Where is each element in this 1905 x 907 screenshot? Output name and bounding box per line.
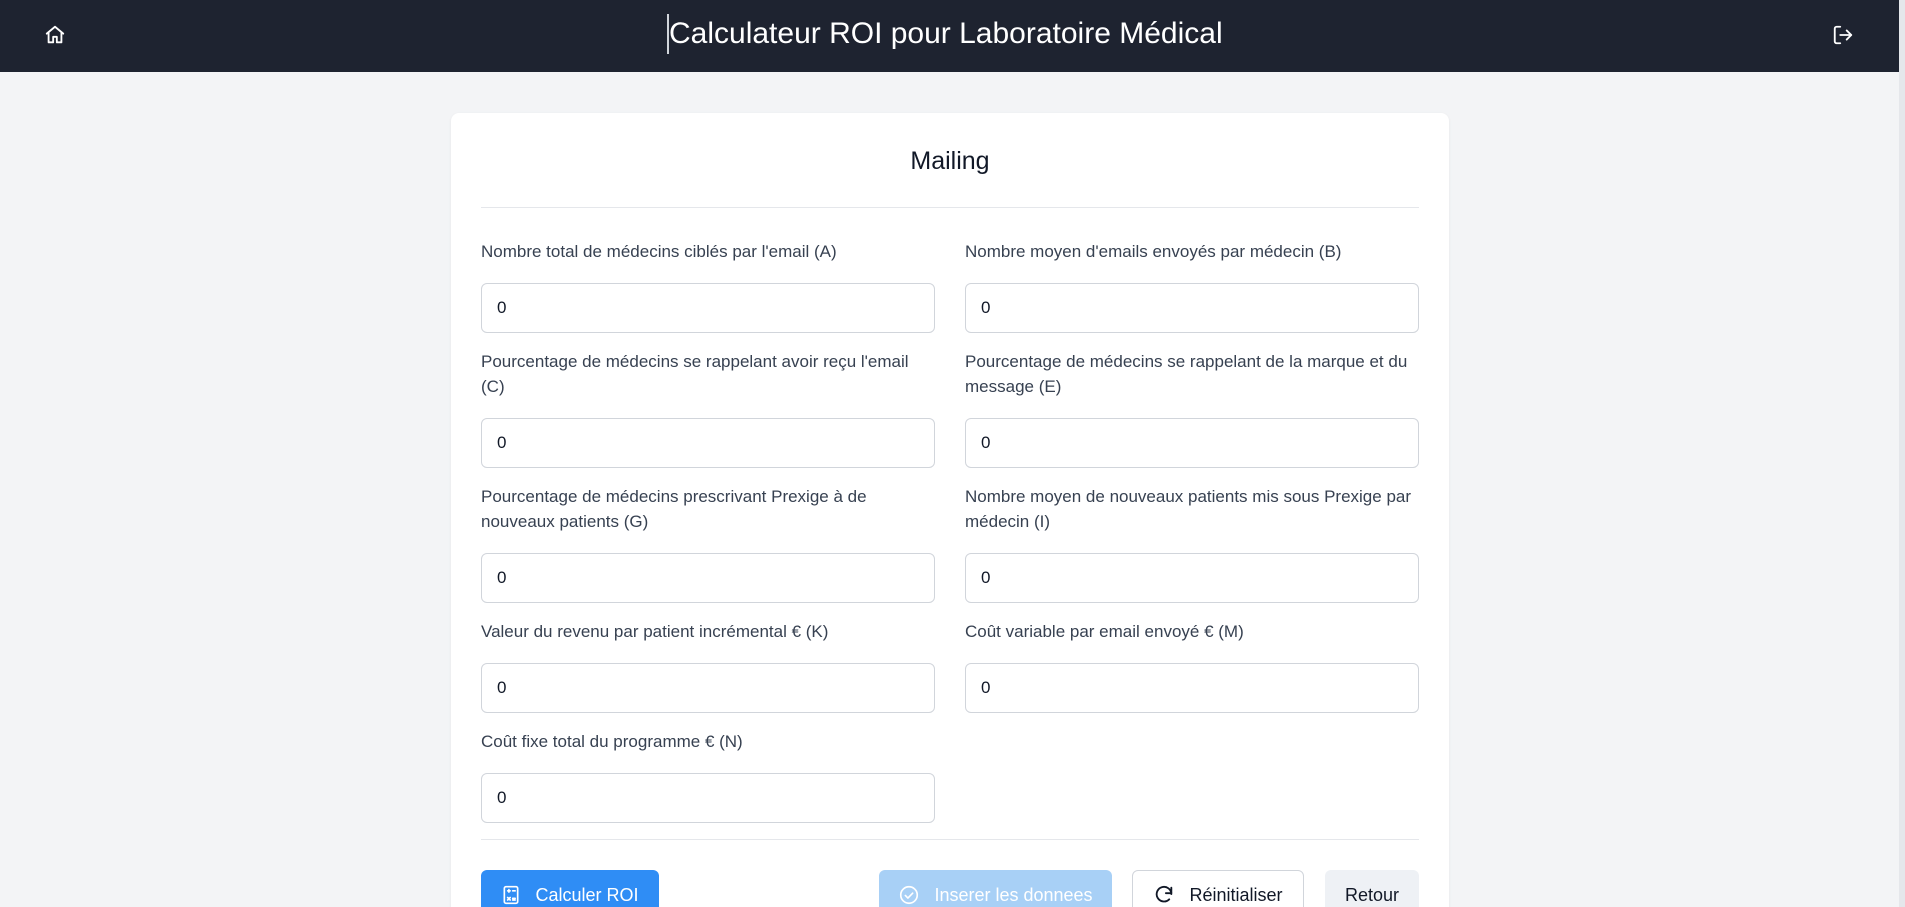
top-navbar: Calculateur ROI pour Laboratoire Médical — [0, 0, 1905, 72]
back-label: Retour — [1344, 884, 1400, 905]
app-title: Calculateur ROI pour Laboratoire Médical — [667, 14, 1223, 54]
field-g-input[interactable] — [481, 553, 935, 603]
home-button[interactable] — [40, 20, 70, 50]
field-m-label: Coût variable par email envoyé € (M) — [965, 622, 1244, 641]
insert-data-button[interactable]: Inserer les donnees — [879, 870, 1112, 907]
insert-data-label: Inserer les donnees — [934, 884, 1093, 905]
home-icon — [45, 25, 65, 44]
field-c-label: Pourcentage de médecins se rappelant avo… — [481, 352, 909, 396]
field-b-input[interactable] — [965, 283, 1419, 333]
field-c: Pourcentage de médecins se rappelant avo… — [481, 349, 935, 468]
calculator-icon — [503, 885, 519, 905]
field-m: Coût variable par email envoyé € (M) — [965, 619, 1419, 713]
field-n-label: Coût fixe total du programme € (N) — [481, 732, 743, 751]
refresh-icon — [1156, 885, 1173, 903]
form-card: Mailing Nombre total de médecins ciblés … — [451, 113, 1449, 907]
field-g: Pourcentage de médecins prescrivant Prex… — [481, 484, 935, 603]
back-button[interactable]: Retour — [1325, 870, 1419, 907]
field-n: Coût fixe total du programme € (N) — [481, 729, 935, 823]
field-b: Nombre moyen d'emails envoyés par médeci… — [965, 239, 1419, 333]
field-k-label: Valeur du revenu par patient incrémental… — [481, 622, 829, 641]
field-e-label: Pourcentage de médecins se rappelant de … — [965, 352, 1408, 396]
field-a-input[interactable] — [481, 283, 935, 333]
field-g-label: Pourcentage de médecins prescrivant Prex… — [481, 487, 867, 531]
field-e: Pourcentage de médecins se rappelant de … — [965, 349, 1419, 468]
field-a: Nombre total de médecins ciblés par l'em… — [481, 239, 935, 333]
reset-label: Réinitialiser — [1189, 884, 1283, 905]
check-circle-icon — [900, 885, 919, 905]
field-i-input[interactable] — [965, 553, 1419, 603]
reset-button[interactable]: Réinitialiser — [1132, 870, 1304, 907]
page-scrollbar[interactable] — [1899, 0, 1905, 907]
calculate-roi-button[interactable]: Calculer ROI — [481, 870, 659, 907]
field-k: Valeur du revenu par patient incrémental… — [481, 619, 935, 713]
field-b-label: Nombre moyen d'emails envoyés par médeci… — [965, 242, 1342, 261]
field-e-input[interactable] — [965, 418, 1419, 468]
logout-icon — [1833, 25, 1853, 45]
field-k-input[interactable] — [481, 663, 935, 713]
field-a-label: Nombre total de médecins ciblés par l'em… — [481, 242, 837, 261]
field-i-label: Nombre moyen de nouveaux patients mis so… — [965, 487, 1412, 531]
field-c-input[interactable] — [481, 418, 935, 468]
actions-divider — [481, 839, 1419, 840]
field-m-input[interactable] — [965, 663, 1419, 713]
field-n-input[interactable] — [481, 773, 935, 823]
title-divider — [481, 207, 1419, 208]
field-i: Nombre moyen de nouveaux patients mis so… — [965, 484, 1419, 603]
form-title: Mailing — [910, 147, 990, 175]
logout-button[interactable] — [1828, 20, 1858, 50]
calculate-roi-label: Calculer ROI — [535, 884, 639, 905]
